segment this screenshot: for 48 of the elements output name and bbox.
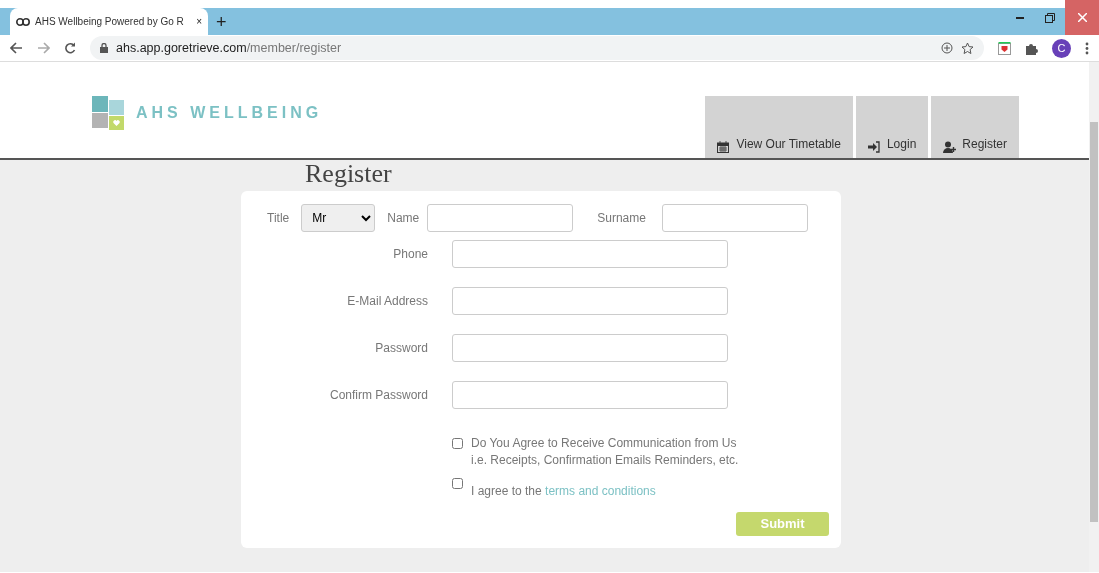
field-label: Surname: [597, 209, 646, 227]
input-field[interactable]: [452, 380, 728, 409]
input-field[interactable]: [452, 333, 728, 362]
consent-text: I agree to the terms and conditions: [471, 483, 656, 498]
lock-icon: [100, 43, 108, 53]
calendar-icon: [717, 141, 731, 153]
tab-close-button[interactable]: ×: [196, 16, 202, 27]
logo-text: AHS WELLBEING: [136, 103, 323, 123]
input-field[interactable]: [452, 239, 728, 268]
logo-icon: [92, 96, 126, 130]
reload-icon[interactable]: [64, 42, 76, 54]
field-label: E-Mail Address: [346, 292, 428, 310]
nav-button[interactable]: Login: [855, 96, 929, 158]
page-heading: Register: [305, 160, 393, 189]
name-field[interactable]: [427, 203, 574, 232]
puzzle-icon[interactable]: [1025, 41, 1038, 55]
nav-button[interactable]: View Our Timetable: [705, 96, 853, 158]
field-label: Phone: [392, 245, 428, 263]
consent-text: Do You Agree to Receive Communication from Us: [471, 434, 738, 452]
field-label: Title: [267, 209, 290, 227]
field-label: Name: [387, 209, 420, 227]
close-icon: [1077, 13, 1087, 22]
consent-text: i.e. Receipts, Confirmation Emails Reminders, etc.: [471, 451, 739, 469]
url-text: ahs.app.goretrieve.com/member/register: [116, 39, 342, 57]
address-bar[interactable]: ahs.app.goretrieve.com/member/register: [90, 36, 984, 60]
login-icon: [867, 141, 881, 153]
nav-button[interactable]: Register: [931, 96, 1019, 158]
site-icon: [16, 16, 30, 27]
title-select[interactable]: Mr: [301, 203, 376, 232]
profile-avatar[interactable]: C: [1052, 38, 1071, 58]
add-circle-icon[interactable]: [941, 42, 953, 54]
minimize-icon: [1016, 16, 1024, 19]
more-icon[interactable]: [1085, 41, 1089, 55]
browser-tab[interactable]: AHS Wellbeing Powered by Go R ×: [10, 8, 208, 35]
star-icon[interactable]: [961, 41, 974, 55]
restore-icon: [1045, 12, 1055, 23]
tab-title: AHS Wellbeing Powered by Go R: [35, 15, 185, 29]
shield-extension-icon[interactable]: [998, 41, 1011, 55]
field-label: Password: [374, 339, 428, 357]
field-label: Confirm Password: [328, 386, 428, 404]
back-icon[interactable]: [10, 42, 23, 54]
input-field[interactable]: [452, 286, 728, 315]
checkbox[interactable]: [452, 477, 463, 489]
checkbox[interactable]: [452, 437, 463, 449]
add-user-icon: [943, 141, 957, 153]
surname-field[interactable]: [661, 203, 808, 232]
forward-icon[interactable]: [37, 42, 50, 54]
new-tab-button[interactable]: +: [216, 13, 227, 31]
